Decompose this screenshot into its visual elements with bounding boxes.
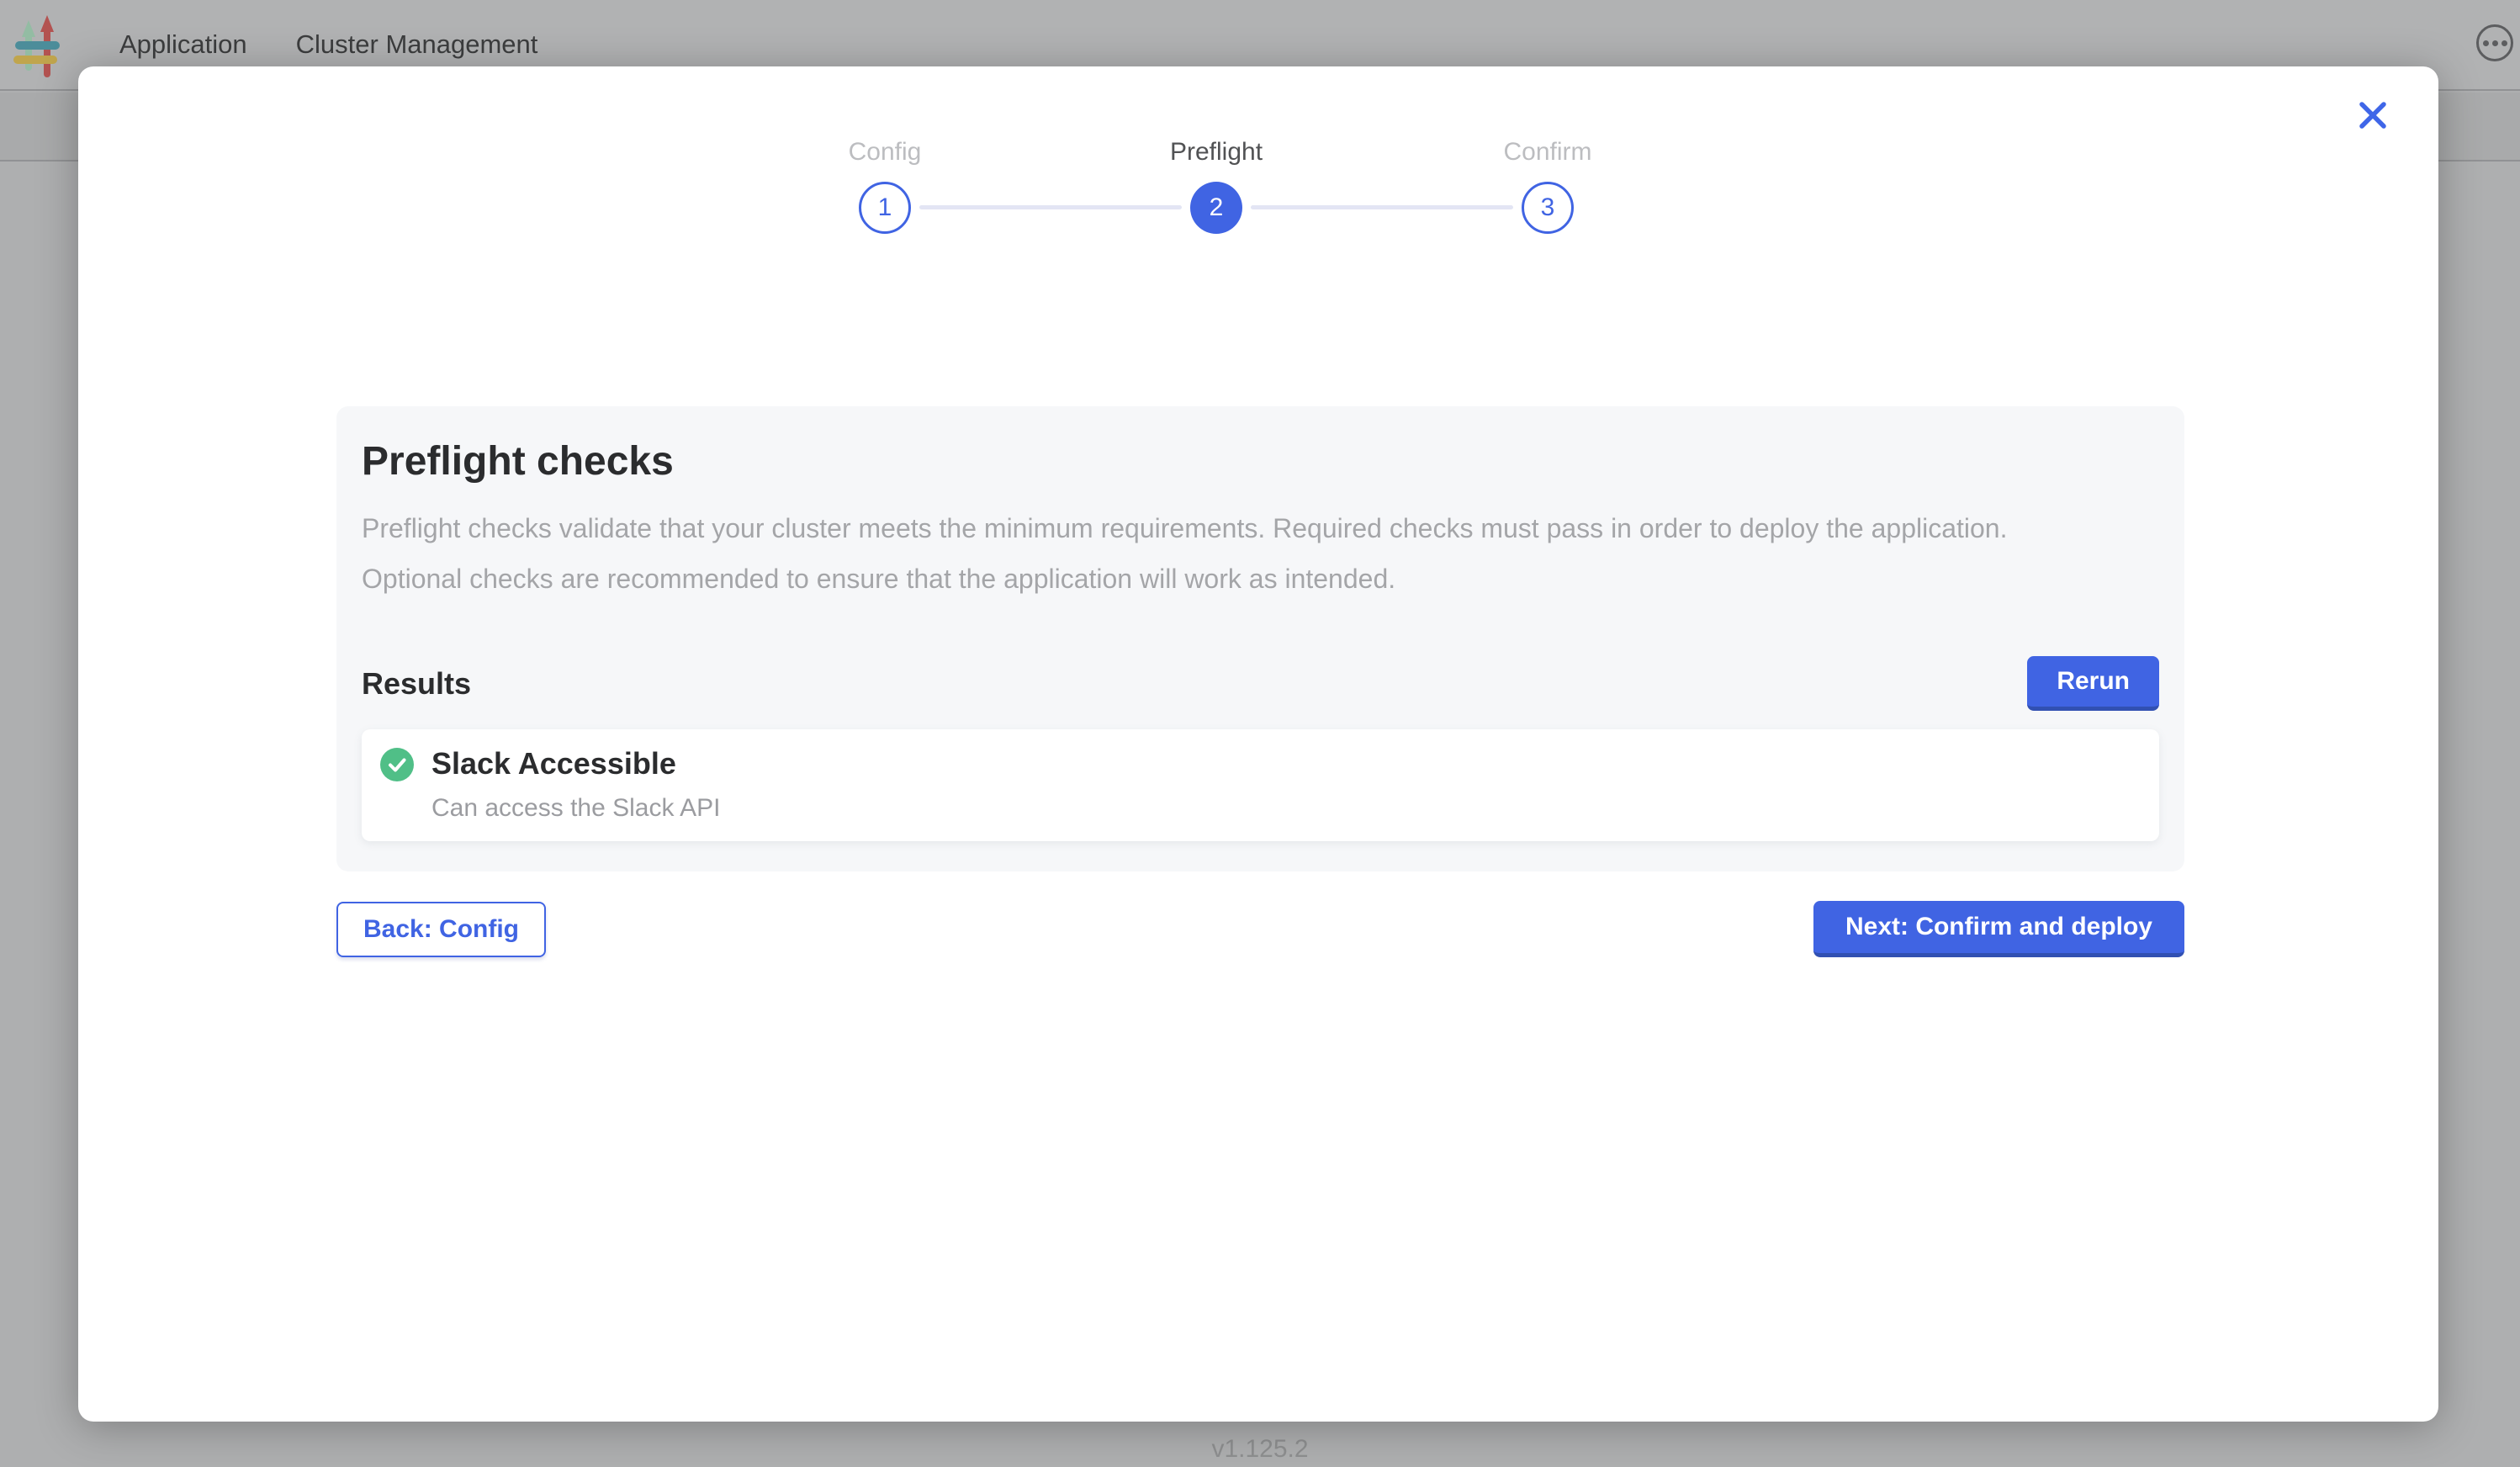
step-label: Confirm xyxy=(1503,137,1591,167)
dot xyxy=(2483,40,2489,46)
rerun-button[interactable]: Rerun xyxy=(2027,656,2159,711)
step-circle-1[interactable]: 1 xyxy=(859,182,911,234)
back-config-button[interactable]: Back: Config xyxy=(336,902,546,957)
wizard-stepper: Config 1 Preflight 2 Confirm 3 xyxy=(719,137,1713,234)
step-circle-2[interactable]: 2 xyxy=(1190,182,1242,234)
next-confirm-deploy-button[interactable]: Next: Confirm and deploy xyxy=(1813,901,2184,957)
dot xyxy=(2501,40,2507,46)
results-header-row: Results Rerun xyxy=(362,656,2159,711)
panel-title: Preflight checks xyxy=(362,438,2159,485)
check-text-block: Slack Accessible Can access the Slack AP… xyxy=(431,746,721,823)
app-version-label: v1.125.2 xyxy=(0,1435,2520,1464)
step-label: Config xyxy=(849,137,922,167)
dot xyxy=(2492,40,2498,46)
app-logo xyxy=(13,10,62,79)
step-circle-3[interactable]: 3 xyxy=(1522,182,1574,234)
preflight-check-row: Slack Accessible Can access the Slack AP… xyxy=(362,729,2159,841)
preflight-panel: Preflight checks Preflight checks valida… xyxy=(336,406,2184,871)
step-config: Config 1 xyxy=(719,137,1051,234)
check-name: Slack Accessible xyxy=(431,746,721,781)
check-detail: Can access the Slack API xyxy=(431,794,721,823)
results-heading: Results xyxy=(362,666,471,702)
panel-description: Preflight checks validate that your clus… xyxy=(362,503,2082,604)
ellipsis-menu-icon[interactable] xyxy=(2476,24,2513,61)
check-circle-icon xyxy=(380,748,414,781)
step-preflight: Preflight 2 xyxy=(1051,137,1382,234)
preflight-wizard-modal: Config 1 Preflight 2 Confirm 3 Preflight… xyxy=(78,66,2438,1422)
wizard-actions-row: Back: Config Next: Confirm and deploy xyxy=(336,901,2184,957)
close-icon[interactable] xyxy=(2354,97,2391,134)
step-confirm: Confirm 3 xyxy=(1382,137,1713,234)
nav-tab-application[interactable]: Application xyxy=(119,29,247,60)
step-label: Preflight xyxy=(1170,137,1263,167)
nav-tab-cluster-management[interactable]: Cluster Management xyxy=(296,29,538,60)
